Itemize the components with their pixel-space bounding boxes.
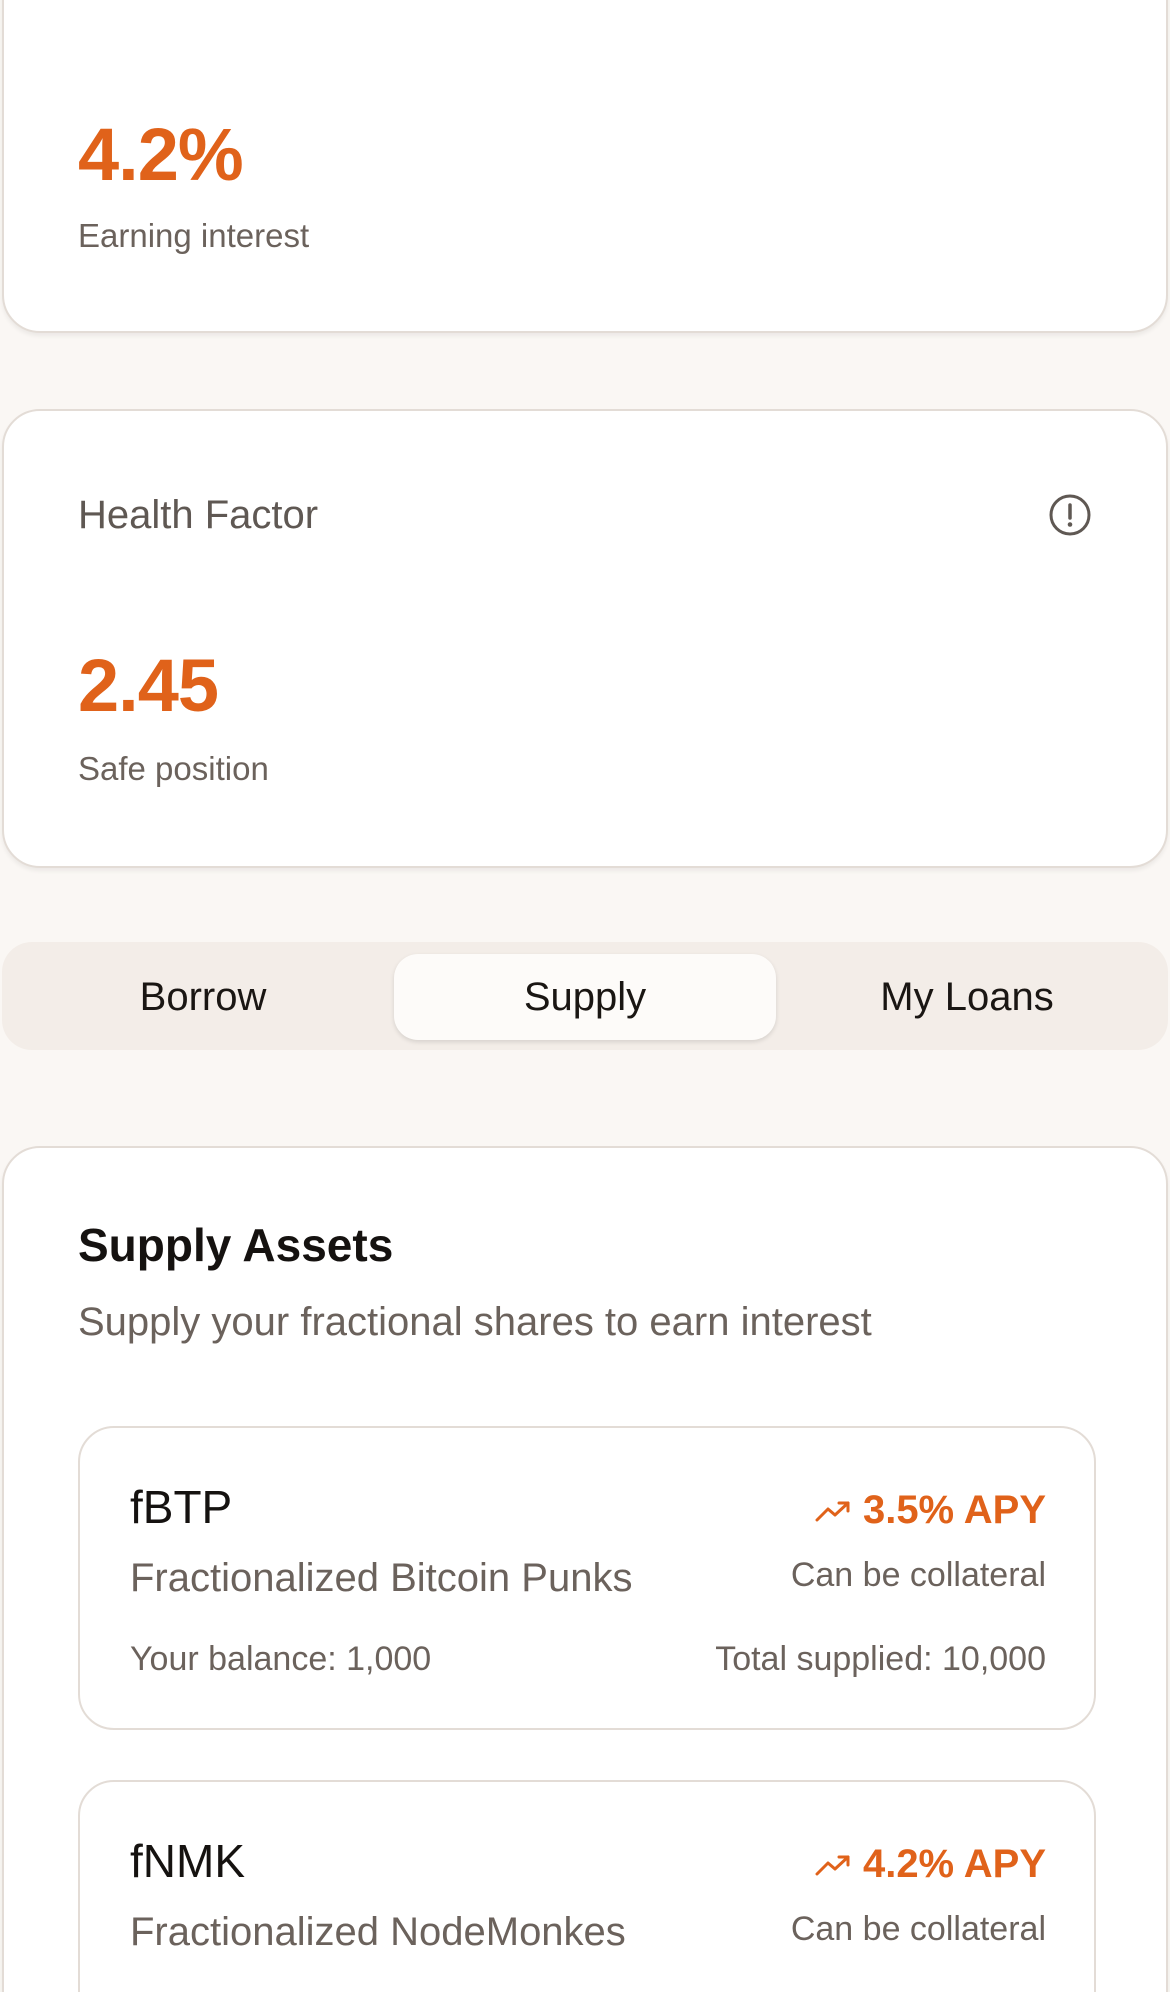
asset-symbol: fNMK — [130, 1835, 245, 1887]
supply-assets-title: Supply Assets — [78, 1219, 394, 1271]
info-circle-icon[interactable] — [1048, 493, 1092, 537]
asset-balance: Your balance: 1,000 — [130, 1640, 432, 1678]
asset-total-supplied: Total supplied: 10,000 — [715, 1640, 1046, 1678]
asset-apy-value: 3.5% APY — [862, 1488, 1046, 1532]
supply-assets-subtitle: Supply your fractional shares to earn in… — [78, 1300, 872, 1344]
asset-name: Fractionalized Bitcoin Punks — [130, 1556, 633, 1600]
trending-up-icon — [815, 1501, 850, 1521]
earning-interest-card: 4.2% Earning interest — [2, 0, 1168, 333]
health-factor-value: 2.45 — [78, 644, 219, 727]
asset-card-fbtp[interactable]: fBTP Fractionalized Bitcoin Punks 3.5% A… — [78, 1426, 1096, 1730]
asset-symbol: fBTP — [130, 1481, 233, 1533]
asset-apy: 4.2% APY — [815, 1842, 1046, 1887]
asset-collateral-note: Can be collateral — [790, 1910, 1046, 1948]
health-factor-caption: Safe position — [78, 750, 269, 787]
tab-supply[interactable]: Supply — [394, 954, 776, 1040]
earning-interest-caption: Earning interest — [78, 217, 310, 254]
lending-page: 4.2% Earning interest Health Factor 2.45… — [0, 0, 1170, 1992]
asset-collateral-note: Can be collateral — [790, 1556, 1046, 1594]
tab-bar: Borrow Supply My Loans — [2, 942, 1168, 1050]
earning-interest-value: 4.2% — [78, 113, 244, 196]
health-factor-card: Health Factor 2.45 Safe position — [2, 409, 1168, 868]
asset-card-fnmk[interactable]: fNMK Fractionalized NodeMonkes 4.2% APY … — [78, 1780, 1096, 1992]
asset-apy-value: 4.2% APY — [862, 1842, 1046, 1886]
tab-my-loans[interactable]: My Loans — [776, 954, 1158, 1040]
health-factor-title: Health Factor — [78, 493, 319, 537]
supply-assets-card: Supply Assets Supply your fractional sha… — [2, 1146, 1168, 1992]
trending-up-icon — [815, 1855, 850, 1875]
asset-name: Fractionalized NodeMonkes — [130, 1910, 626, 1954]
asset-apy: 3.5% APY — [815, 1488, 1046, 1533]
tab-borrow[interactable]: Borrow — [12, 954, 394, 1040]
